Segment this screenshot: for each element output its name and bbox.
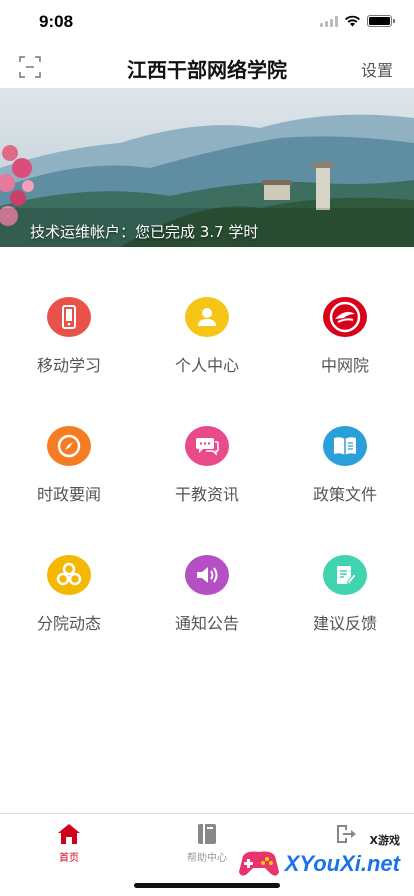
logout-icon [337,825,356,843]
grid-label: 政策文件 [312,485,377,504]
status-icons [320,15,395,27]
chat-bubbles-icon [185,426,229,466]
grid-label: 中网院 [320,356,369,375]
grid-item-personal-center[interactable]: 个人中心 [138,247,276,376]
help-book-icon [198,824,216,844]
grid-label: 移动学习 [36,356,101,375]
grid-label: 分院动态 [36,614,101,633]
watermark-text: XYouXi.net [284,851,400,876]
tab-home[interactable]: 首页 [0,814,138,896]
grid-item-china-academy[interactable]: 中网院 [276,247,414,376]
signal-icon [320,15,338,27]
home-icon [58,824,80,844]
grid-item-notices[interactable]: 通知公告 [138,505,276,634]
grid-row: 分院动态 通知公告 建议反馈 [0,505,414,634]
status-time: 9:08 [39,12,74,31]
edit-note-icon [323,555,367,595]
user-icon [185,297,229,337]
battery-icon [367,15,395,27]
china-academy-logo-icon [323,297,367,337]
nav-bar: 江西干部网络学院 设置 [0,44,414,88]
grid-item-current-affairs[interactable]: 时政要闻 [0,376,138,505]
book-icon [323,426,367,466]
grid-label: 个人中心 [174,356,239,375]
watermark-tag: X游戏 [369,834,400,847]
settings-button[interactable]: 设置 [361,57,393,81]
phone-icon [47,297,91,337]
grid-row: 时政要闻 干教资讯 政策文件 [0,376,414,505]
hexagons-icon [47,555,91,595]
speaker-icon [185,555,229,595]
grid-item-mobile-learning[interactable]: 移动学习 [0,247,138,376]
compass-icon [47,426,91,466]
status-bar: 9:08 [0,0,414,44]
tab-label: 首页 [59,853,79,864]
grid-row: 移动学习 个人中心 中网院 [0,247,414,376]
grid-label: 通知公告 [174,614,239,633]
grid-item-policy-documents[interactable]: 政策文件 [276,376,414,505]
feature-grid: 移动学习 个人中心 中网院 时政要闻 干教资讯 政策文件 分院动态 通知公告 建… [0,247,414,634]
grid-label: 时政要闻 [36,485,101,504]
banner[interactable]: 技术运维帐户：您已完成 3.7 学时 [0,88,414,247]
watermark: XYouXi.net X游戏 [237,834,400,882]
gamepad-logo-icon [238,851,279,876]
grid-item-cadre-news[interactable]: 干教资讯 [138,376,276,505]
banner-caption: 技术运维帐户：您已完成 3.7 学时 [30,223,259,241]
grid-label: 建议反馈 [312,614,377,633]
grid-item-branch-news[interactable]: 分院动态 [0,505,138,634]
home-indicator[interactable] [134,883,280,888]
grid-label: 干教资讯 [174,485,239,504]
page-title: 江西干部网络学院 [127,58,287,82]
wifi-icon [345,15,360,27]
grid-item-feedback[interactable]: 建议反馈 [276,505,414,634]
tab-label: 帮助中心 [187,853,227,864]
